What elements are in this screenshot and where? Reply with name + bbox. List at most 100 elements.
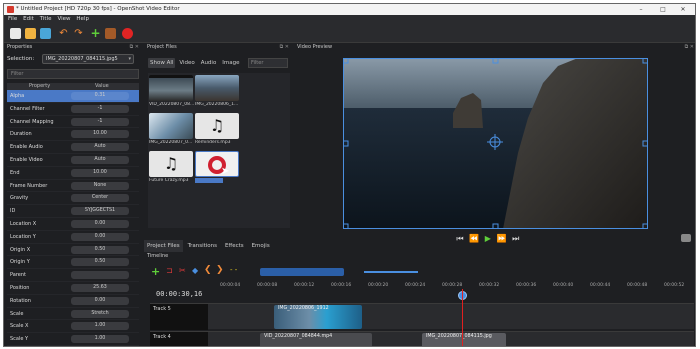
tab-project-files[interactable]: Project Files (144, 240, 183, 252)
tab-transitions[interactable]: Transitions (185, 240, 220, 252)
export-video-icon[interactable] (122, 28, 133, 39)
property-row[interactable]: Origin X 0.50 (7, 244, 139, 257)
property-row[interactable]: Channel Filter -1 (7, 103, 139, 116)
property-row[interactable]: Enable Audio Auto (7, 141, 139, 154)
property-value[interactable]: 25.63 (71, 283, 129, 292)
property-value[interactable]: Auto (71, 143, 129, 152)
video-preview-title: Video Preview (297, 44, 333, 50)
property-row[interactable]: End 10.00 (7, 167, 139, 180)
property-row[interactable]: Scale Stretch (7, 308, 139, 321)
maximize-button[interactable]: □ (653, 4, 673, 15)
play-button[interactable]: ▶ (482, 233, 494, 245)
new-project-icon[interactable] (10, 28, 21, 39)
property-row[interactable]: Frame Number None (7, 180, 139, 193)
property-row[interactable]: Origin Y 0.50 (7, 256, 139, 270)
file-thumb-audio[interactable]: ♫ Reminders.mp3 (195, 113, 239, 146)
property-value[interactable]: 0.31 (71, 92, 129, 100)
menu-view[interactable]: View (57, 15, 70, 24)
choose-profile-icon[interactable] (105, 28, 116, 39)
undo-icon[interactable]: ↶ (58, 28, 69, 39)
file-thumb-image[interactable]: IMG_20220807_0... (149, 113, 193, 146)
file-thumb-audio[interactable]: ♫ Future Crazy.mp3 (149, 151, 193, 184)
tab-image[interactable]: Image (220, 58, 241, 68)
add-marker-icon[interactable]: ◆ (192, 266, 198, 275)
property-value[interactable]: 0.00 (71, 232, 129, 241)
previous-marker-icon[interactable]: ❮ (204, 265, 212, 275)
property-value[interactable]: 0.00 (71, 296, 129, 305)
property-value[interactable] (71, 271, 129, 280)
properties-filter-input[interactable]: Filter (7, 69, 139, 79)
tab-show-all[interactable]: Show All (148, 58, 176, 68)
property-value[interactable]: 0.50 (71, 245, 129, 254)
dock-controls-icon[interactable]: ⧉ ✕ (685, 43, 694, 52)
file-thumb-image[interactable]: IMG_20220806_1... (195, 75, 239, 108)
timeline-clip[interactable]: IMG_20220807_084115.jpg (422, 333, 506, 346)
track-5[interactable]: Track 5 IMG_20220806_1912 (150, 303, 694, 330)
tab-emojis[interactable]: Emojis (249, 240, 273, 252)
menu-title[interactable]: Title (40, 15, 52, 24)
add-track-icon[interactable]: + (151, 265, 160, 278)
property-value[interactable]: 0.00 (71, 219, 129, 228)
property-row[interactable]: Scale X 1.00 (7, 320, 139, 334)
tab-audio[interactable]: Audio (199, 58, 219, 68)
property-row[interactable]: Gravity Center (7, 192, 139, 206)
razor-icon[interactable]: ✂ (179, 266, 186, 275)
tab-video[interactable]: Video (177, 58, 196, 68)
dock-controls-icon[interactable]: ⧉ ✕ (130, 43, 139, 52)
property-value[interactable]: 10.00 (71, 130, 129, 139)
property-row[interactable]: Rotation 0.00 (7, 295, 139, 308)
property-row[interactable]: Location X 0.00 (7, 218, 139, 231)
menu-help[interactable]: Help (76, 15, 89, 24)
camera-icon[interactable] (681, 234, 691, 242)
property-row[interactable]: Scale Y 1.00 (7, 333, 139, 346)
property-row[interactable]: Position 25.63 (7, 282, 139, 295)
property-value[interactable]: Stretch (71, 309, 129, 318)
property-value[interactable]: -1 (71, 117, 129, 126)
timeline-clip[interactable]: VID_20220807_084844.mp4 (260, 333, 372, 346)
property-row[interactable]: Location Y 0.00 (7, 231, 139, 244)
property-row[interactable]: Alpha 0.31 (7, 90, 139, 103)
property-row[interactable]: Enable Video Auto (7, 154, 139, 167)
property-value[interactable]: 0.50 (71, 258, 129, 267)
property-value[interactable]: -1 (71, 104, 129, 113)
property-value[interactable]: SYJGGECTS1 (71, 207, 129, 216)
playhead-line[interactable] (462, 289, 463, 346)
property-value[interactable]: Center (71, 194, 129, 203)
minimize-button[interactable]: – (631, 4, 651, 15)
zoom-slider-track[interactable] (364, 271, 418, 273)
close-button[interactable]: ✕ (673, 4, 693, 15)
property-row[interactable]: Parent (7, 269, 139, 282)
file-thumb-video[interactable]: VID_20220807_08... (149, 75, 194, 108)
property-row[interactable]: Duration 10.00 (7, 128, 139, 142)
video-canvas[interactable] (342, 57, 649, 230)
property-value[interactable]: 1.00 (71, 322, 129, 331)
dock-controls-icon[interactable]: ⧉ ✕ (280, 43, 289, 52)
redo-icon[interactable]: ↷ (73, 28, 84, 39)
property-value[interactable]: 10.00 (71, 168, 129, 177)
track-4[interactable]: Track 4 VID_20220807_084844.mp4 IMG_2022… (150, 331, 694, 346)
rewind-button[interactable]: ⏪ (468, 233, 480, 245)
import-files-icon[interactable]: + (90, 27, 101, 39)
fast-forward-button[interactable]: ⏩ (496, 233, 508, 245)
menu-edit[interactable]: Edit (23, 15, 34, 24)
property-value[interactable]: Auto (71, 155, 129, 164)
open-project-icon[interactable] (25, 28, 36, 39)
snapping-icon[interactable]: ⊐ (166, 266, 173, 275)
jump-start-button[interactable]: ⏮ (454, 233, 466, 245)
selection-dropdown[interactable]: IMG_20220807_084115.jpg5 ▾ (42, 54, 134, 64)
timeline-ruler[interactable]: 00:00:04 00:00:08 00:00:12 00:00:16 00:0… (210, 281, 694, 295)
zoom-slider[interactable] (260, 268, 344, 276)
timeline-clip[interactable]: IMG_20220806_1912 (274, 305, 362, 329)
save-project-icon[interactable] (40, 28, 51, 39)
next-marker-icon[interactable]: ❯ (216, 265, 224, 275)
center-timeline-icon[interactable]: - - (230, 266, 237, 274)
property-row[interactable]: ID SYJGGECTS1 (7, 205, 139, 218)
file-thumb-selected[interactable]: ➤ (195, 151, 239, 184)
property-row[interactable]: Channel Mapping -1 (7, 116, 139, 129)
property-value[interactable]: 1.00 (71, 335, 129, 344)
jump-end-button[interactable]: ⏭ (510, 233, 522, 245)
tab-effects[interactable]: Effects (222, 240, 247, 252)
menu-file[interactable]: File (8, 15, 17, 24)
property-value[interactable]: None (71, 181, 129, 190)
project-files-filter-input[interactable]: Filter (248, 58, 288, 68)
